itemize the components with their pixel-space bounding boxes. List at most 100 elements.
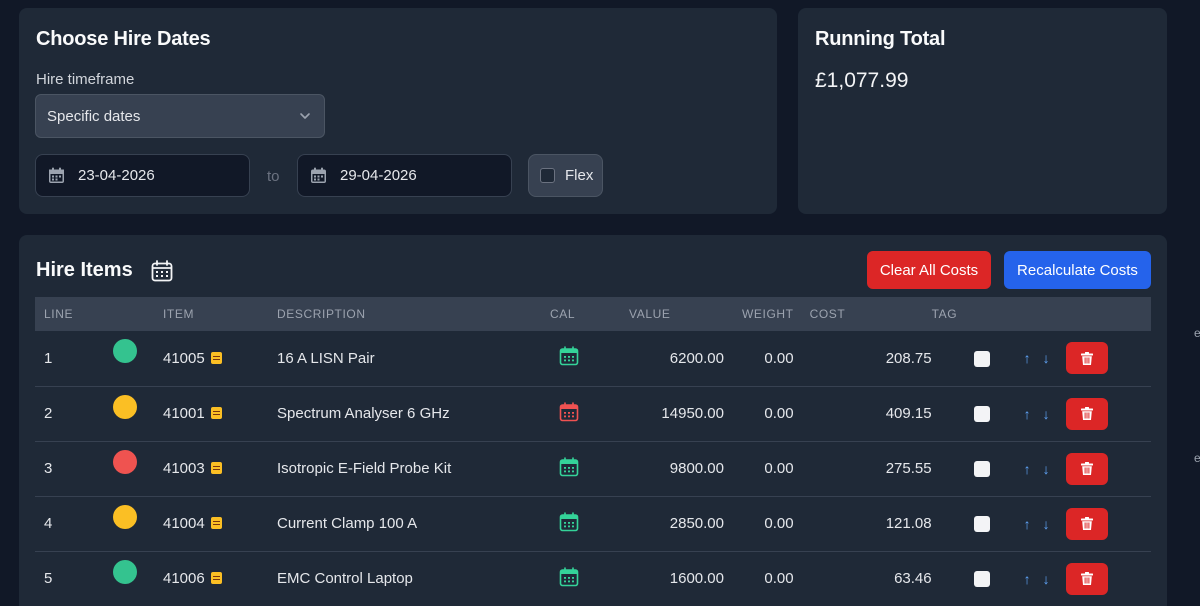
calibration-calendar-icon[interactable] [559,566,579,587]
item-cost: 409.15 [885,405,932,422]
delete-row-button[interactable] [1065,562,1108,595]
status-dot [113,394,137,419]
recalculate-costs-button[interactable]: Recalculate Costs [1004,251,1151,289]
move-up-icon[interactable]: ↑ [1024,516,1031,532]
timeframe-select[interactable]: Specific dates [35,94,325,138]
move-down-icon[interactable]: ↓ [1043,461,1050,477]
hire-dates-card: Choose Hire Dates Hire timeframe Specifi… [19,8,777,214]
column-header-line: LINE [44,307,74,321]
chevron-down-icon [300,113,310,119]
delete-row-button[interactable] [1065,342,1108,375]
column-header-tag: TAG [931,307,958,321]
table-row: 3 41003 Isotropic E-Field Probe Kit 9800.00… [35,441,1151,496]
tag-checkbox[interactable] [973,571,990,588]
trash-icon [1080,517,1093,530]
item-description: Spectrum Analyser 6 GHz [277,405,450,422]
item-value: 1600.00 [669,570,724,587]
item-description: Current Clamp 100 A [277,515,418,532]
item-weight: 0.00 [764,570,794,587]
hire-items-table: LINE ITEM DESCRIPTION CAL VALUE WEIGHT C… [35,297,1151,606]
status-dot [113,339,137,364]
delete-row-button[interactable] [1065,507,1108,540]
item-code: 41005 [163,349,205,367]
note-icon[interactable] [210,517,222,529]
calendar-icon[interactable] [151,259,173,282]
column-header-actions [1004,297,1151,331]
note-icon[interactable] [210,351,222,364]
item-code: 41004 [163,515,205,532]
move-down-icon[interactable]: ↓ [1043,571,1050,587]
table-row: 4 41004 Current Clamp 100 A 2850.00 0.00 121.… [35,496,1151,551]
item-value: 6200.00 [669,349,724,367]
calibration-calendar-icon[interactable] [559,456,579,477]
item-code: 41003 [163,460,205,477]
move-down-icon[interactable]: ↓ [1043,350,1050,366]
to-label: to [267,168,280,185]
move-down-icon[interactable]: ↓ [1043,516,1050,532]
hire-items-card: Hire Items Clear All Costs Recalculate C… [19,235,1167,606]
hire-dates-title: Choose Hire Dates [36,28,211,50]
timeframe-label: Hire timeframe [36,71,135,88]
item-cost: 121.08 [885,515,932,532]
calendar-icon [311,167,326,183]
trash-icon [1080,572,1093,585]
table-row: 5 41006 EMC Control Laptop 1600.00 0.00 63.46… [35,551,1151,606]
item-code: 41001 [163,405,205,422]
running-total-title: Running Total [815,28,946,50]
column-header-status [113,297,163,331]
note-icon[interactable] [210,407,222,419]
move-up-icon[interactable]: ↑ [1024,571,1031,587]
hire-items-title: Hire Items [36,259,133,281]
item-weight: 0.00 [764,460,794,477]
item-description: Isotropic E-Field Probe Kit [277,460,452,477]
item-weight: 0.00 [764,349,794,367]
item-value: 2850.00 [669,515,724,532]
calibration-calendar-icon[interactable] [559,401,579,422]
calibration-calendar-icon[interactable] [559,511,579,532]
item-value: 14950.00 [661,405,724,422]
item-weight: 0.00 [764,515,794,532]
line-number: 5 [44,570,53,587]
item-value: 9800.00 [669,460,724,477]
line-number: 4 [44,515,53,532]
status-dot [113,449,137,474]
offscreen-text-fragment: ex [1194,326,1200,340]
flex-checkbox[interactable] [540,168,555,183]
move-up-icon[interactable]: ↑ [1024,406,1031,422]
move-up-icon[interactable]: ↑ [1024,350,1031,366]
note-icon[interactable] [210,572,222,584]
note-icon[interactable] [210,462,222,474]
trash-icon [1080,407,1093,420]
column-header-cal: CAL [550,307,576,321]
item-code: 41006 [163,570,205,587]
tag-checkbox[interactable] [973,350,990,367]
calibration-calendar-icon[interactable] [559,346,579,366]
status-dot [113,504,137,529]
calendar-icon [49,167,64,183]
move-up-icon[interactable]: ↑ [1024,461,1031,477]
running-total-card: Running Total £1,077.99 [798,8,1167,214]
hire-items-header: Hire Items [36,259,173,282]
offscreen-text-fragment: eo [1194,451,1200,465]
delete-row-button[interactable] [1065,397,1108,430]
date-to-input[interactable]: 29-04-2026 [297,154,512,197]
flex-toggle[interactable]: Flex [528,154,603,197]
tag-checkbox[interactable] [973,516,990,533]
table-header-row: LINE ITEM DESCRIPTION CAL VALUE WEIGHT C… [35,297,1151,331]
item-description: EMC Control Laptop [277,570,413,587]
clear-all-costs-button[interactable]: Clear All Costs [867,251,991,289]
move-down-icon[interactable]: ↓ [1043,406,1050,422]
column-header-value: VALUE [629,307,671,321]
item-weight: 0.00 [764,405,794,422]
date-to-value: 29-04-2026 [340,167,417,184]
delete-row-button[interactable] [1065,452,1108,485]
line-number: 1 [44,349,53,367]
item-cost: 63.46 [894,570,932,587]
item-description: 16 A LISN Pair [277,349,375,367]
table-row: 2 41001 Spectrum Analyser 6 GHz 14950.00 0.0… [35,386,1151,441]
date-from-value: 23-04-2026 [78,167,155,184]
tag-checkbox[interactable] [973,406,990,423]
table-row: 1 41005 16 A LISN Pair 6200.00 0.00 208.75 ↑ ↓ [35,331,1151,386]
tag-checkbox[interactable] [973,461,990,478]
date-from-input[interactable]: 23-04-2026 [35,154,250,197]
